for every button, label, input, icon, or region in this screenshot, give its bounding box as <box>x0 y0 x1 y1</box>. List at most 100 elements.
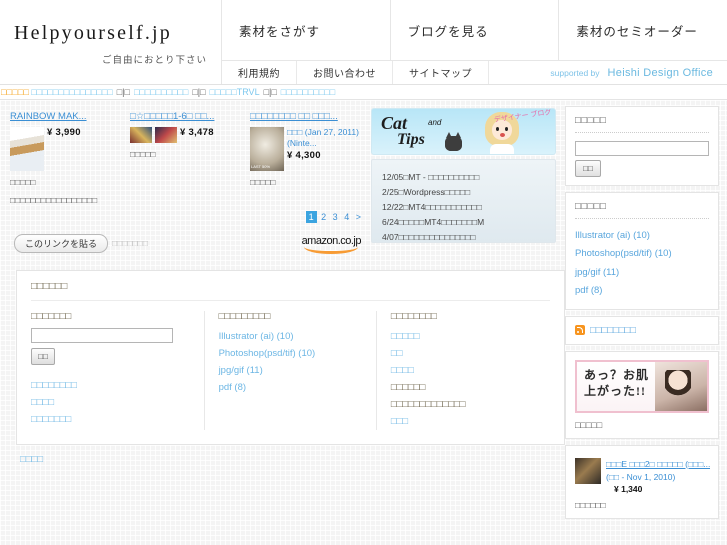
blog-entry[interactable]: 6/24□□□□□MT4□□□□□□□M <box>382 215 545 230</box>
pagination-next[interactable]: > <box>354 212 363 222</box>
site-tagline: ご自由におとり下さい <box>101 55 207 66</box>
product-body: LAST 50% □□□ (Jan 27, 2011) (Ninte... ¥ … <box>250 126 366 171</box>
footer-link[interactable]: □□□□□□□□ <box>31 377 194 394</box>
left-column: RAINBOW MAK... ¥ 3,990 □□□□□ □□□□□□□□□□□… <box>0 106 565 525</box>
girl-mouth <box>500 133 505 137</box>
main-panel: RAINBOW MAK... ¥ 3,990 □□□□□ □□□□□□□□□□□… <box>6 106 559 262</box>
footer-category-link-jpggif[interactable]: jpg/gif (11) <box>219 362 366 379</box>
product-body: ¥ 3,478 <box>130 126 246 143</box>
pagination-page-3[interactable]: 3 <box>331 212 340 222</box>
footer-search-input[interactable] <box>31 328 173 344</box>
product-thumbnail-secondary[interactable] <box>155 126 177 143</box>
ad-banner[interactable]: あっ？お肌 上がった!! <box>575 359 709 413</box>
footer-info-heading: □□□□□□□□ <box>390 311 437 323</box>
pagination-page-4[interactable]: 4 <box>342 212 351 222</box>
sidebar-rss-card: □□□□□□□□ <box>565 315 719 345</box>
nav-sub-terms[interactable]: 利用規約 <box>222 61 297 84</box>
blog-entry[interactable]: 4/07□□□□□□□□□□□□□□□ <box>382 230 545 245</box>
footer-info-link[interactable]: □□ <box>391 345 540 362</box>
cat-and-tips-banner[interactable]: Cat and Tips デザイナー ブログ <box>371 108 556 155</box>
nav-item-search-materials[interactable]: 素材をさがす <box>222 0 391 61</box>
product-card: □☆□□□□□1-6□ □□... ¥ 3,478 □□□□□ <box>130 110 250 206</box>
product-caption: □□□□□ <box>250 176 276 187</box>
news-ticker: □□□□□ □□□□□□□□□□□□□□□ □|□ □□□□□□□□□□ □|□… <box>0 85 727 100</box>
ticker-separator-3: □|□ <box>263 87 277 97</box>
supporter-link[interactable]: Heishi Design Office <box>608 67 727 79</box>
footer-info-link[interactable]: □□□□□ <box>391 328 540 345</box>
banner-and-text: and <box>428 118 442 127</box>
brand-block[interactable]: Helpyourself.jp ご自由におとり下さい <box>0 0 222 84</box>
sidebar-category-pdf[interactable]: pdf (8) <box>575 282 709 300</box>
thumbnail-caption: LAST 50% <box>251 163 271 169</box>
banner-tips-text: Tips <box>397 131 425 148</box>
ticker-item-4[interactable]: □□□□□□□□□□ <box>281 87 335 97</box>
footer-category-heading: □□□□□□□□□ <box>218 311 271 323</box>
nav-sub-contact[interactable]: お問い合わせ <box>297 61 393 84</box>
nav-item-semi-order[interactable]: 素材のセミオーダー <box>559 0 727 60</box>
ticker-separator-1: □|□ <box>116 87 130 97</box>
blog-entry-list: 12/05□MT - □□□□□□□□□□ 2/25□Wordpress□□□□… <box>371 159 556 243</box>
blog-entry[interactable]: 12/05□MT - □□□□□□□□□□ <box>382 170 545 185</box>
footer-search-button[interactable]: □□ <box>31 348 55 366</box>
amazon-name: amazon <box>301 235 339 248</box>
blog-entry[interactable]: 12/22□MT4□□□□□□□□□□□ <box>382 200 545 215</box>
girl-eye-left <box>496 127 499 131</box>
footer-category-link-pdf[interactable]: pdf (8) <box>219 379 366 396</box>
product-thumbnail[interactable]: LAST 50% <box>250 126 284 171</box>
product-title[interactable]: RAINBOW MAK... <box>10 110 126 124</box>
nav-sub-sitemap[interactable]: サイトマップ <box>393 61 489 84</box>
sidebar-category-photoshop[interactable]: Photoshop(psd/tif) (10) <box>575 245 709 263</box>
primary-nav: 素材をさがす ブログを見る 素材のセミオーダー <box>222 0 727 61</box>
ticker-item-3[interactable]: □□□□□TRVL <box>210 87 260 97</box>
footer-column-categories: □□□□□□□□□ Illustrator (ai) (10) Photosho… <box>203 311 377 431</box>
copy-link-button[interactable]: このリンクを貼る <box>14 233 109 253</box>
pagination-page-2[interactable]: 2 <box>319 212 328 222</box>
ad-banner-text: あっ？お肌 上がった!! <box>577 362 649 411</box>
product-thumbnail[interactable] <box>130 126 152 143</box>
product-listing: RAINBOW MAK... ¥ 3,990 □□□□□ □□□□□□□□□□□… <box>6 106 371 262</box>
rss-link-label[interactable]: □□□□□□□□ <box>590 325 636 336</box>
sidebar-category-jpggif[interactable]: jpg/gif (11) <box>575 264 709 282</box>
sidebar-category-illustrator[interactable]: Illustrator (ai) (10) <box>575 227 709 245</box>
product-title[interactable]: □☆□□□□□1-6□ □□... <box>130 110 246 124</box>
nav-item-blog[interactable]: ブログを見る <box>391 0 560 61</box>
pagination-page-1[interactable]: 1 <box>305 211 317 224</box>
sidebar-product-text: □□□E □□□2□ □□□□□ (□□□... (□□ - Nov 1, 20… <box>606 458 710 496</box>
product-release-info: □□□ (Jan 27, 2011) (Ninte... <box>287 126 359 149</box>
blog-widget: Cat and Tips デザイナー ブログ 12/05□MT - □□□□□□… <box>371 106 556 262</box>
footer-link[interactable]: □□□□□□□ <box>31 411 194 428</box>
footer-title: □□□□□□ <box>31 281 550 302</box>
sidebar-search-input[interactable] <box>575 141 709 156</box>
sidebar-search-button[interactable]: □□ <box>575 160 601 177</box>
site-header: Helpyourself.jp ご自由におとり下さい 素材をさがす ブログを見る… <box>0 0 727 85</box>
ticker-separator-2: □|□ <box>192 87 206 97</box>
ad-line-2: 上がった!! <box>584 383 646 398</box>
product-price: ¥ 3,478 <box>180 126 214 138</box>
ticker-item-2[interactable]: □□□□□□□□□□ <box>134 87 188 97</box>
footer-category-link-photoshop[interactable]: Photoshop(psd/tif) (10) <box>219 345 366 362</box>
body-area: RAINBOW MAK... ¥ 3,990 □□□□□ □□□□□□□□□□□… <box>0 100 727 525</box>
product-title[interactable]: □□□□□□□□ □□ □□□... <box>250 110 366 124</box>
rss-row[interactable]: □□□□□□□□ <box>575 325 709 336</box>
sidebar-product: □□□E □□□2□ □□□□□ (□□□... (□□ - Nov 1, 20… <box>575 454 710 496</box>
ticker-label: □□□□□ <box>1 87 30 97</box>
ticker-item-1[interactable]: □□□□□□□□□□□□□□□ <box>31 87 113 97</box>
product-meta: □□□ (Jan 27, 2011) (Ninte... ¥ 4,300 <box>287 127 366 171</box>
sidebar-product-thumbnail[interactable] <box>575 457 601 484</box>
product-thumbnail[interactable] <box>10 126 44 171</box>
blog-entry[interactable]: 2/25□Wordpress□□□□□ <box>382 185 545 200</box>
girl-body <box>490 144 514 154</box>
product-note: □□□□□□□□□□□□□□□□□ <box>10 195 98 206</box>
site-logo-text: Helpyourself.jp <box>14 22 172 44</box>
bottom-link[interactable]: □□□□ <box>20 454 43 465</box>
footer-info-link[interactable]: □□□□ <box>391 362 540 379</box>
sidebar-product-title[interactable]: □□□E □□□2□ □□□□□ (□□□... <box>606 458 710 471</box>
footer-category-link-illustrator[interactable]: Illustrator (ai) (10) <box>219 328 366 345</box>
footer-link[interactable]: □□□□ <box>31 394 194 411</box>
cat-icon <box>445 132 462 151</box>
amazon-domain: .co.jp <box>337 235 362 248</box>
footer-info-link[interactable]: □□□ <box>391 413 540 430</box>
footer-info-text: □□□□□□□□□□□□□ <box>390 399 466 411</box>
secondary-nav: 利用規約 お問い合わせ サイトマップ supported by Heishi D… <box>222 60 727 84</box>
product-card: RAINBOW MAK... ¥ 3,990 □□□□□ □□□□□□□□□□□… <box>10 110 130 206</box>
